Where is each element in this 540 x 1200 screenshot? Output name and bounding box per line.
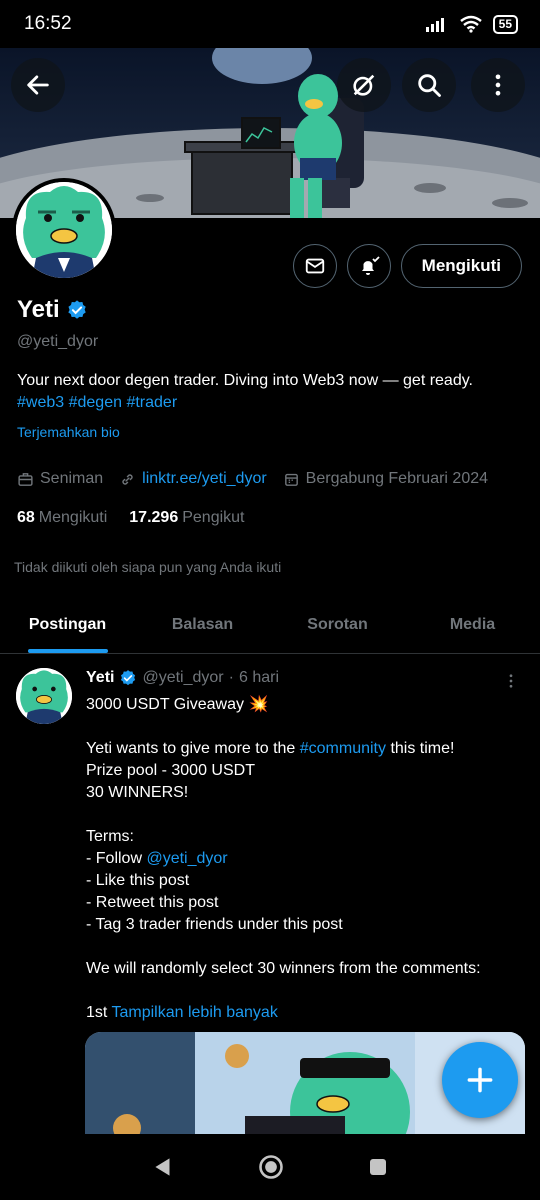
system-nav-bar <box>0 1134 540 1200</box>
tab-media[interactable]: Media <box>405 596 540 653</box>
arrow-left-icon <box>27 75 49 95</box>
link-icon <box>122 473 133 485</box>
post-author-name[interactable]: Yeti <box>86 669 114 687</box>
post-header: Yeti @yeti_dyor · 6 hari <box>86 669 279 687</box>
nav-home-icon[interactable] <box>257 1153 285 1181</box>
joined-date: Bergabung Februari 2024 <box>305 470 489 487</box>
more-vertical-icon <box>495 74 501 96</box>
category-label: Seniman <box>40 470 104 487</box>
post-line-6-pre: 1st <box>86 1004 112 1021</box>
hashtag-community[interactable]: #community <box>300 740 386 757</box>
profile-avatar[interactable] <box>12 178 116 282</box>
profile-tabs: Postingan Balasan Sorotan Media <box>0 596 540 654</box>
profile-name-row: Yeti <box>17 296 88 324</box>
notifications-button[interactable] <box>346 244 391 288</box>
profile-meta: Seniman linktr.ee/yeti_dyor Bergabung Fe… <box>17 470 498 488</box>
post-line-2-post: this time! <box>386 740 455 757</box>
followers-count-link[interactable]: 17.296 Pengikut <box>129 509 244 527</box>
show-more-link[interactable]: Tampilkan lebih banyak <box>112 1004 278 1021</box>
envelope-icon <box>305 258 324 274</box>
wifi-icon <box>459 15 482 33</box>
website-item[interactable]: linktr.ee/yeti_dyor <box>119 470 267 488</box>
post-separator: · <box>228 669 234 686</box>
following-button[interactable]: Mengikuti <box>400 244 522 288</box>
briefcase-icon <box>18 472 33 486</box>
post-line-1: 3000 USDT Giveaway 💥 <box>86 696 269 713</box>
plus-icon <box>467 1067 493 1093</box>
profile-handle: @yeti_dyor <box>17 333 99 350</box>
grok-button[interactable] <box>337 58 391 112</box>
tab-posts[interactable]: Postingan <box>0 596 135 653</box>
hashtag-degen[interactable]: #degen <box>69 394 122 411</box>
following-label: Mengikuti <box>38 509 108 526</box>
post-line-3: Prize pool - 3000 USDT <box>86 762 255 779</box>
grok-icon <box>353 74 375 96</box>
tab-replies[interactable]: Balasan <box>135 596 270 653</box>
search-button[interactable] <box>402 58 456 112</box>
yeti-avatar-image <box>16 182 112 278</box>
back-button[interactable] <box>11 58 65 112</box>
post-term-1-pre: - Follow <box>86 850 147 867</box>
followers-label: Pengikut <box>182 509 245 526</box>
post-term-4: - Tag 3 trader friends under this post <box>86 916 343 933</box>
status-icons: 55 <box>425 14 518 34</box>
more-vertical-icon <box>509 674 513 688</box>
verified-badge-icon[interactable] <box>66 299 88 321</box>
profile-action-row: Mengikuti <box>292 244 522 288</box>
website-link[interactable]: linktr.ee/yeti_dyor <box>142 470 267 488</box>
bell-check-icon <box>361 256 380 275</box>
category-item: Seniman <box>17 470 103 488</box>
post-term-2: - Like this post <box>86 872 190 889</box>
nav-recents-icon[interactable] <box>366 1155 390 1179</box>
bio-text: Your next door degen trader. Diving into… <box>17 372 473 389</box>
translate-bio-link[interactable]: Terjemahkan bio <box>17 424 120 440</box>
post-text: 3000 USDT Giveaway 💥 Yeti wants to give … <box>86 694 526 1024</box>
post-line-4: 30 WINNERS! <box>86 784 189 801</box>
followers-count: 17.296 <box>129 509 179 526</box>
nav-back-icon[interactable] <box>150 1154 176 1180</box>
verified-badge-icon <box>121 670 136 686</box>
post-line-2-pre: Yeti wants to give more to the <box>86 740 300 757</box>
compose-post-button[interactable] <box>442 1042 518 1118</box>
follow-counts: 68 Mengikuti 17.296 Pengikut <box>17 509 244 527</box>
mention-yeti-dyor[interactable]: @yeti_dyor <box>146 850 227 867</box>
tab-highlights[interactable]: Sorotan <box>270 596 405 653</box>
hashtag-web3[interactable]: #web3 <box>17 394 64 411</box>
profile-bio: Your next door degen trader. Diving into… <box>17 370 517 414</box>
hashtag-trader[interactable]: #trader <box>126 394 177 411</box>
post-terms: Terms: <box>86 828 134 845</box>
following-count-link[interactable]: 68 Mengikuti <box>17 509 107 527</box>
post-term-3: - Retweet this post <box>86 894 219 911</box>
post-author-handle[interactable]: @yeti_dyor <box>142 669 223 687</box>
post-more-button[interactable] <box>502 670 520 697</box>
battery-indicator: 55 <box>492 14 518 34</box>
not-followed-note: Tidak diikuti oleh siapa pun yang Anda i… <box>14 559 282 575</box>
message-button[interactable] <box>292 244 337 288</box>
signal-icon <box>425 18 444 32</box>
following-count: 68 <box>17 509 35 526</box>
calendar-icon <box>284 473 298 486</box>
profile-name: Yeti <box>17 296 60 323</box>
post-avatar-image <box>16 668 72 724</box>
post-time[interactable]: 6 hari <box>239 669 279 687</box>
search-icon <box>418 74 441 97</box>
post-line-5: We will randomly select 30 winners from … <box>86 960 481 977</box>
status-bar: 16:52 55 <box>0 0 540 48</box>
joined-item: Bergabung Februari 2024 <box>283 470 488 488</box>
post-avatar[interactable] <box>16 668 72 724</box>
status-time: 16:52 <box>24 13 72 34</box>
more-options-button[interactable] <box>471 58 525 112</box>
